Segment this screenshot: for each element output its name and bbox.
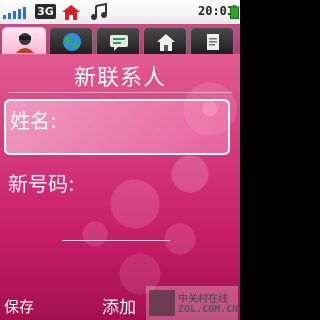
status-bar: 3G 20:01 [0,0,240,24]
phone-number-label[interactable]: 新号码: [8,168,75,197]
globe-icon [63,33,81,51]
tab-web[interactable] [49,27,93,54]
new-contact-screen: 新联系人 姓名: 新号码: 保存 添加 中关村在线 ZOL.COM.CN [0,54,240,320]
name-field[interactable]: 姓名: [4,99,230,155]
watermark-text: 中关村在线 [178,294,228,305]
tab-notes[interactable] [190,27,234,54]
message-icon [110,35,128,51]
tab-messages[interactable] [96,27,140,54]
name-label: 姓名: [10,109,57,133]
phone-number-field[interactable] [62,240,170,241]
contact-person-icon [16,33,34,53]
note-icon [207,34,219,50]
zol-logo-icon [149,290,175,316]
tab-bar [0,24,240,54]
music-icon [91,3,107,20]
network-badge: 3G [35,4,56,19]
watermark-url: ZOL.COM.CN [178,304,239,315]
watermark: 中关村在线 ZOL.COM.CN [146,286,238,320]
clock: 20:01 [198,4,235,18]
page-title: 新联系人 [73,66,166,91]
add-softkey[interactable]: 添加 [102,293,136,318]
tab-contact[interactable] [2,27,46,54]
signal-icon [3,7,26,19]
home-zone-icon [62,5,80,20]
battery-icon [230,5,239,19]
tab-home[interactable] [143,27,187,54]
title-divider [8,92,232,93]
save-softkey[interactable]: 保存 [4,296,34,317]
home-icon [157,34,175,51]
